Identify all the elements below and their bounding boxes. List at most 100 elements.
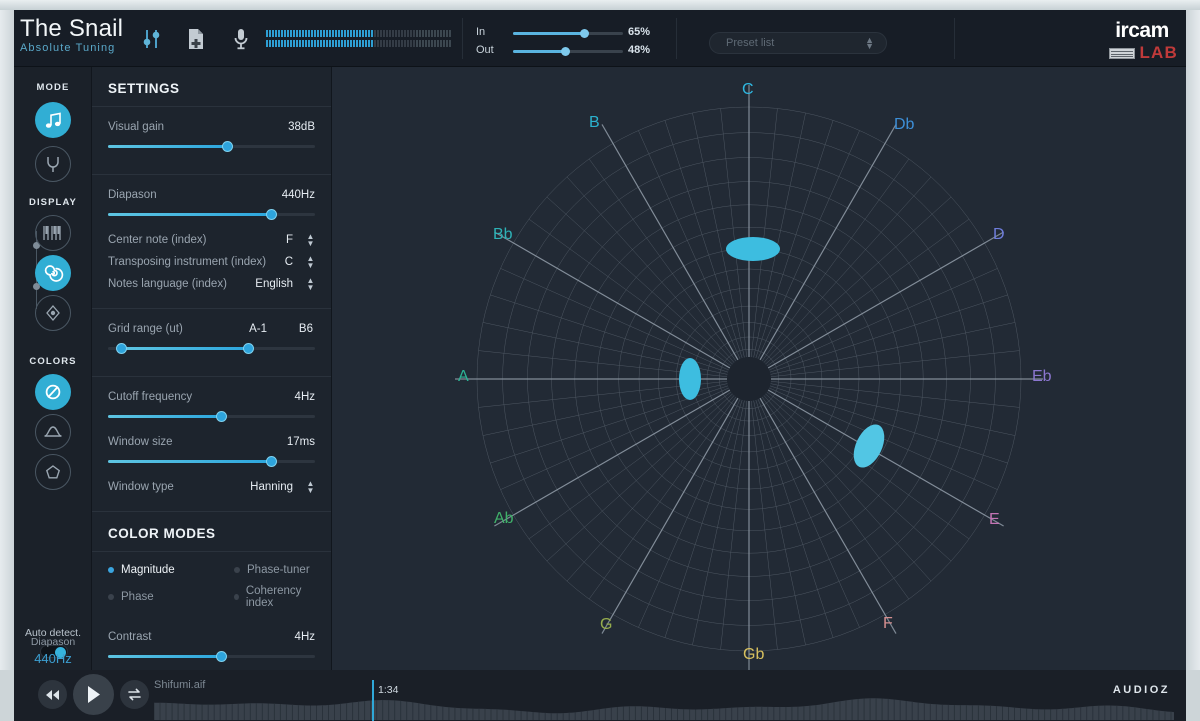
sidebar-item-piano-keys[interactable] <box>35 215 71 251</box>
led-segment <box>287 40 289 47</box>
sidebar-item-tuning-fork[interactable] <box>35 146 71 182</box>
radio-label: Phase <box>121 591 154 603</box>
radio-label: Phase-tuner <box>247 564 310 576</box>
led-segment <box>266 30 268 37</box>
slider-knob-low[interactable] <box>116 343 128 354</box>
loop-icon <box>128 688 141 701</box>
input-slider-track[interactable] <box>513 29 623 38</box>
cutoff-frequency-label: Cutoff frequency <box>108 391 193 403</box>
microphone-icon[interactable] <box>226 24 256 54</box>
rewind-button[interactable] <box>38 680 67 709</box>
led-segment <box>386 30 388 37</box>
track-name: Shifumi.aif <box>154 679 206 691</box>
note-label-B: B <box>589 114 600 131</box>
input-level-row[interactable]: In 65% <box>476 25 666 43</box>
output-slider-track[interactable] <box>513 47 623 56</box>
color-modes-title: COLOR MODES <box>108 526 216 541</box>
chevron-updown-icon[interactable]: ▲ ▼ <box>306 255 315 270</box>
os-titlebar <box>0 0 1200 10</box>
diapason-group: Diapason 440Hz Center note (index) F ▲ ▼ … <box>92 175 331 308</box>
preset-list-dropdown[interactable]: Preset list ▲ ▼ <box>709 32 887 54</box>
sidebar-item-music-note[interactable] <box>35 102 71 138</box>
led-segment <box>320 40 322 47</box>
led-segment <box>335 30 337 37</box>
led-segment <box>401 40 403 47</box>
slider-knob[interactable] <box>222 141 234 152</box>
transposing-instrument-row[interactable]: Transposing instrument (index) C ▲ ▼ <box>108 252 315 272</box>
file-add-icon[interactable] <box>181 24 211 54</box>
led-segment <box>299 40 301 47</box>
polar-spectrum-display[interactable]: C Db D Eb E F Gb G Ab A Bb B <box>332 67 1186 670</box>
sidebar-item-pentagon[interactable] <box>35 454 71 490</box>
cutoff-frequency-slider[interactable] <box>108 410 315 422</box>
led-segment <box>377 40 379 47</box>
led-segment <box>332 40 334 47</box>
notes-language-label: Notes language (index) <box>108 278 227 290</box>
radio-label: Magnitude <box>121 564 175 576</box>
led-level-meter <box>266 30 451 47</box>
tuner-sliders-icon[interactable] <box>137 24 167 54</box>
chevron-updown-icon[interactable]: ▲ ▼ <box>306 233 315 248</box>
grid-range-slider[interactable] <box>108 342 315 354</box>
io-levels: In 65% Out 48% <box>476 25 666 61</box>
chevron-updown-icon[interactable]: ▲ ▼ <box>306 277 315 292</box>
radio-magnitude[interactable]: Magnitude <box>108 564 234 576</box>
window-size-row: Window size 17ms <box>108 432 315 452</box>
sidebar-item-bell-curve[interactable] <box>35 414 71 450</box>
slider-knob[interactable] <box>265 209 277 220</box>
radio-coherency-index[interactable]: Coherency index <box>234 585 315 609</box>
waveform[interactable] <box>154 694 1174 720</box>
led-segment <box>344 40 346 47</box>
led-segment <box>431 40 433 47</box>
notes-language-row[interactable]: Notes language (index) English ▲ ▼ <box>108 274 315 294</box>
notes-language-value: English <box>255 278 293 290</box>
led-row-right <box>266 40 451 47</box>
center-note-row[interactable]: Center note (index) F ▲ ▼ <box>108 230 315 250</box>
led-segment <box>413 30 415 37</box>
output-level-row[interactable]: Out 48% <box>476 43 666 61</box>
brand-title: The Snail <box>20 15 124 42</box>
slider-knob[interactable] <box>215 651 227 662</box>
playhead[interactable] <box>372 680 374 721</box>
slider-fill <box>108 655 222 658</box>
led-segment <box>440 30 442 37</box>
led-segment <box>302 30 304 37</box>
led-segment <box>317 30 319 37</box>
chevron-updown-icon[interactable]: ▲ ▼ <box>306 480 315 495</box>
sidebar-item-spiral[interactable] <box>35 255 71 291</box>
slider-knob[interactable] <box>215 411 227 422</box>
output-slider-knob[interactable] <box>560 47 570 56</box>
led-segment <box>431 30 433 37</box>
contrast-group: Contrast 4Hz <box>92 613 331 670</box>
radio-phase-tuner[interactable]: Phase-tuner <box>234 564 315 576</box>
sidebar-item-circle-slash[interactable] <box>35 374 71 410</box>
sidebar-item-diamond[interactable] <box>35 295 71 331</box>
window-size-label: Window size <box>108 436 173 448</box>
play-button[interactable] <box>73 674 114 715</box>
cutoff-frequency-value: 4Hz <box>294 391 315 403</box>
led-segment <box>428 30 430 37</box>
input-slider-knob[interactable] <box>579 29 589 38</box>
diamond-icon <box>46 305 60 321</box>
led-segment <box>353 30 355 37</box>
led-segment <box>341 40 343 47</box>
window-type-row[interactable]: Window type Hanning ▲ ▼ <box>108 477 315 497</box>
contrast-slider[interactable] <box>108 650 315 662</box>
diapason-slider[interactable] <box>108 208 315 220</box>
note-label-G: G <box>600 616 613 633</box>
radio-phase[interactable]: Phase <box>108 585 234 609</box>
led-segment <box>440 40 442 47</box>
window-size-slider[interactable] <box>108 455 315 467</box>
slider-knob[interactable] <box>265 456 277 467</box>
loop-button[interactable] <box>120 680 149 709</box>
led-segment <box>380 40 382 47</box>
visual-gain-slider[interactable] <box>108 140 315 152</box>
diapason-label: Diapason <box>108 189 157 201</box>
transport-bar: Shifumi.aif 1:34 AUDIOZ <box>14 670 1186 721</box>
led-segment <box>359 30 361 37</box>
output-label: Out <box>476 44 494 56</box>
diapason-value: 440Hz <box>281 189 315 201</box>
slider-knob-high[interactable] <box>242 343 254 354</box>
led-segment <box>290 30 292 37</box>
visual-gain-group: Visual gain 38dB <box>92 107 331 174</box>
